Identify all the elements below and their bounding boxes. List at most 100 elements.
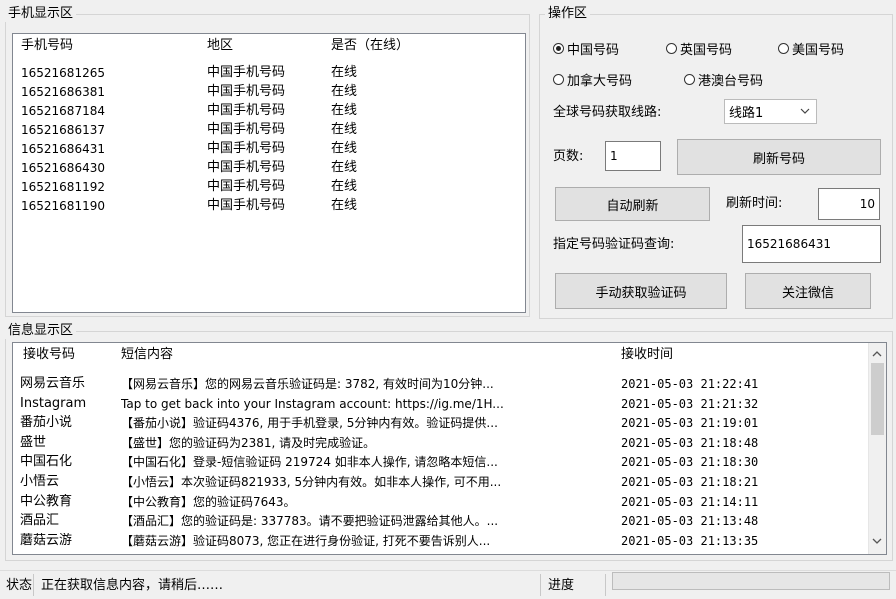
status-message: 正在获取信息内容，请稍后……	[41, 578, 224, 593]
sms-content-cell: Tap to get back into your Instagram acco…	[121, 396, 504, 411]
radio-dot-checked	[553, 42, 564, 54]
refresh-numbers-button[interactable]: 刷新号码	[677, 139, 881, 175]
table-row[interactable]: 网易云音乐 【网易云音乐】您的网易云音乐验证码是: 3782, 有效时间为10分钟…	[13, 376, 863, 394]
online-status-cell: 在线	[331, 122, 358, 137]
col-header-number[interactable]: 手机号码	[21, 34, 73, 58]
receive-time-cell: 2021-05-03 21:22:41	[621, 377, 759, 391]
phone-list[interactable]: 手机号码 地区 是否（在线） 16521681265 中国手机号码 在线 165216…	[12, 33, 526, 313]
region-cell: 中国手机号码	[207, 84, 286, 99]
online-status-cell: 在线	[331, 160, 358, 175]
sms-content-cell: 【酒品汇】您的验证码是: 337783。请不要把验证码泄露给其他人。...	[121, 514, 499, 529]
refresh-time-value: 10	[859, 197, 875, 211]
vertical-scrollbar[interactable]	[868, 343, 886, 554]
col-header-content[interactable]: 短信内容	[121, 343, 173, 367]
progress-label: 进度	[548, 578, 575, 593]
sender-cell: Instagram	[20, 395, 87, 411]
sender-cell: 中国石化	[20, 454, 73, 470]
operation-title: 操作区	[545, 6, 591, 22]
table-row[interactable]: 16521687184 中国手机号码 在线	[13, 103, 525, 121]
table-row[interactable]: 16521686137 中国手机号码 在线	[13, 122, 525, 140]
table-row[interactable]: 小悟云 【小悟云】本次验证码821933, 5分钟内有效。如非本人操作, 可不用.…	[13, 474, 863, 492]
region-cell: 中国手机号码	[207, 103, 286, 118]
scroll-down-arrow-icon[interactable]	[872, 534, 882, 549]
sms-content-cell: 【小悟云】本次验证码821933, 5分钟内有效。如非本人操作, 可不用...	[121, 475, 502, 489]
sms-content-cell: 【中公教育】您的验证码7643。	[121, 494, 296, 509]
manual-get-code-button[interactable]: 手动获取验证码	[555, 273, 727, 309]
route-label: 全球号码获取线路:	[553, 105, 662, 120]
receive-time-cell: 2021-05-03 21:13:35	[621, 533, 759, 548]
sender-cell: 蘑菇云游	[20, 532, 73, 548]
sender-cell: 番茄小说	[20, 415, 73, 431]
col-header-sender[interactable]: 接收号码	[23, 343, 75, 367]
scroll-thumb[interactable]	[871, 363, 884, 435]
online-status-cell: 在线	[331, 179, 358, 194]
follow-wechat-button[interactable]: 关注微信	[745, 273, 871, 309]
col-header-time[interactable]: 接收时间	[621, 343, 673, 367]
scroll-up-arrow-icon[interactable]	[872, 347, 882, 362]
table-row[interactable]: 酒品汇 【酒品汇】您的验证码是: 337783。请不要把验证码泄露给其他人。...…	[13, 513, 863, 531]
pages-input[interactable]: 1	[605, 141, 661, 171]
region-cell: 中国手机号码	[207, 160, 286, 175]
col-header-online[interactable]: 是否（在线）	[331, 34, 409, 58]
table-row[interactable]: Instagram Tap to get back into your Insta…	[13, 396, 863, 414]
route-select[interactable]: 线路1	[724, 99, 817, 124]
progress-bar	[612, 572, 890, 590]
message-list[interactable]: 接收号码 短信内容 接收时间 网易云音乐 【网易云音乐】您的网易云音乐验证码是: …	[12, 342, 887, 555]
status-label: 状态	[6, 578, 33, 593]
radio-dot	[778, 42, 789, 54]
phone-number-cell: 16521681190	[21, 199, 105, 213]
phone-number-cell: 16521681265	[21, 66, 105, 80]
sms-content-cell: 【中国石化】登录-短信验证码 219724 如非本人操作, 请忽略本短信...	[121, 455, 498, 470]
table-row[interactable]: 蘑菇云游 【蘑菇云游】验证码8073, 您正在进行身份验证, 打死不要告诉别人..…	[13, 533, 863, 551]
status-divider	[540, 574, 541, 596]
table-row[interactable]: 16521681265 中国手机号码 在线	[13, 65, 525, 83]
online-status-cell: 在线	[331, 141, 358, 156]
table-row[interactable]: 16521686381 中国手机号码 在线	[13, 84, 525, 102]
table-row[interactable]: 中国石化 【中国石化】登录-短信验证码 219724 如非本人操作, 请忽略本短信…	[13, 454, 863, 472]
radio-uk[interactable]: 英国号码	[666, 39, 732, 58]
online-status-cell: 在线	[331, 198, 358, 213]
radio-dot	[553, 73, 564, 85]
receive-time-cell: 2021-05-03 21:14:11	[621, 494, 759, 509]
table-row[interactable]: 番茄小说 【番茄小说】验证码4376, 用于手机登录, 5分钟内有效。验证码提供.…	[13, 415, 863, 433]
receive-time-cell: 2021-05-03 21:18:30	[621, 455, 759, 470]
sms-content-cell: 【盛世】您的验证码为2381, 请及时完成验证。	[121, 435, 376, 450]
col-header-region[interactable]: 地区	[207, 34, 233, 58]
auto-refresh-button[interactable]: 自动刷新	[555, 187, 710, 221]
table-row[interactable]: 16521681190 中国手机号码 在线	[13, 198, 525, 216]
route-select-value: 线路1	[729, 106, 764, 121]
online-status-cell: 在线	[331, 65, 358, 80]
sender-cell: 酒品汇	[20, 513, 60, 529]
receive-time-cell: 2021-05-03 21:13:48	[621, 514, 759, 529]
radio-canada[interactable]: 加拿大号码	[553, 70, 632, 89]
radio-hk-mo-tw[interactable]: 港澳台号码	[684, 70, 763, 89]
receive-time-cell: 2021-05-03 21:19:01	[621, 416, 759, 431]
status-divider	[605, 574, 606, 596]
radio-china[interactable]: 中国号码	[553, 39, 619, 58]
status-divider	[33, 574, 34, 596]
refresh-time-input[interactable]: 10	[818, 188, 880, 220]
pages-label: 页数:	[553, 149, 584, 164]
radio-dot	[684, 73, 695, 85]
query-number-input[interactable]: 16521686431	[742, 225, 881, 263]
table-row[interactable]: 16521686431 中国手机号码 在线	[13, 141, 525, 159]
sender-cell: 中公教育	[20, 493, 73, 509]
region-cell: 中国手机号码	[207, 122, 286, 137]
status-bar: 状态 正在获取信息内容，请稍后…… 进度	[0, 570, 896, 599]
region-cell: 中国手机号码	[207, 198, 286, 213]
chevron-down-icon	[800, 105, 810, 119]
table-row[interactable]: 中公教育 【中公教育】您的验证码7643。 2021-05-03 21:14:11	[13, 494, 863, 512]
table-row[interactable]: 16521686430 中国手机号码 在线	[13, 160, 525, 178]
receive-time-cell: 2021-05-03 21:18:21	[621, 475, 759, 489]
phone-number-cell: 16521686430	[21, 161, 105, 175]
radio-usa[interactable]: 美国号码	[778, 39, 844, 58]
sms-content-cell: 【蘑菇云游】验证码8073, 您正在进行身份验证, 打死不要告诉别人...	[121, 533, 491, 548]
phone-number-cell: 16521686137	[21, 123, 105, 137]
sms-content-cell: 【网易云音乐】您的网易云音乐验证码是: 3782, 有效时间为10分钟...	[121, 377, 494, 391]
refresh-time-label: 刷新时间:	[726, 196, 783, 211]
table-row[interactable]: 盛世 【盛世】您的验证码为2381, 请及时完成验证。 2021-05-03 21:…	[13, 435, 863, 453]
table-row[interactable]: 16521681192 中国手机号码 在线	[13, 179, 525, 197]
sender-cell: 小悟云	[20, 474, 60, 489]
sms-content-cell: 【番茄小说】验证码4376, 用于手机登录, 5分钟内有效。验证码提供...	[121, 416, 498, 431]
sender-cell: 网易云音乐	[20, 376, 86, 391]
